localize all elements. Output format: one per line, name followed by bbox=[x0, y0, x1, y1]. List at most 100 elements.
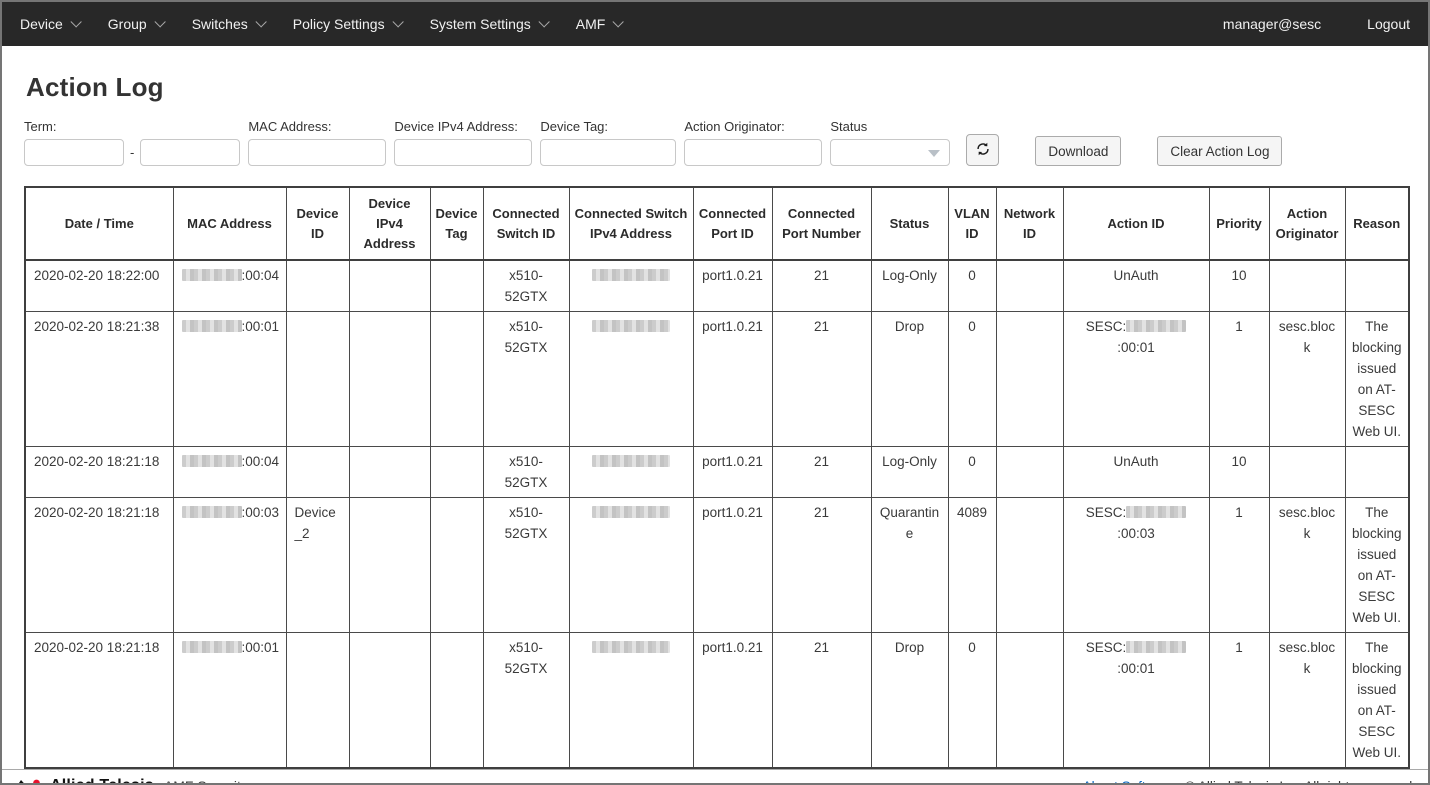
nav-menu-group[interactable]: Group bbox=[108, 16, 162, 32]
table-cell: 0 bbox=[948, 312, 996, 447]
filter-mac: MAC Address: bbox=[248, 119, 386, 166]
logout-button[interactable]: Logout bbox=[1367, 16, 1410, 32]
nav-menu-system-settings[interactable]: System Settings bbox=[430, 16, 546, 32]
allied-telesis-logo: Allied Telesis bbox=[12, 777, 154, 785]
filter-status: Status bbox=[830, 119, 950, 166]
table-row: 2020-02-20 18:21:18:00:03Device_2x510-52… bbox=[25, 498, 1409, 633]
table-cell bbox=[1269, 447, 1345, 498]
redacted-value bbox=[182, 506, 242, 518]
table-cell: port1.0.21 bbox=[693, 447, 772, 498]
table-cell: port1.0.21 bbox=[693, 260, 772, 312]
table-cell: :00:04 bbox=[173, 447, 286, 498]
download-button[interactable]: Download bbox=[1035, 136, 1121, 166]
chevron-down-icon bbox=[392, 16, 403, 27]
redacted-value bbox=[592, 641, 670, 653]
nav-menu-policy-settings[interactable]: Policy Settings bbox=[293, 16, 400, 32]
action-log-table: Date / TimeMAC AddressDevice IDDevice IP… bbox=[24, 186, 1410, 769]
table-cell: The blocking issued on AT-SESC Web UI. bbox=[1345, 312, 1409, 447]
term-from-input[interactable] bbox=[24, 139, 124, 166]
nav-menu-amf[interactable]: AMF bbox=[576, 16, 621, 32]
column-header: Status bbox=[871, 187, 948, 260]
nav-menu-switches[interactable]: Switches bbox=[192, 16, 263, 32]
table-cell: UnAuth bbox=[1063, 260, 1209, 312]
column-header: MAC Address bbox=[173, 187, 286, 260]
column-header: Device ID bbox=[286, 187, 349, 260]
table-row: 2020-02-20 18:21:18:00:01x510-52GTXport1… bbox=[25, 633, 1409, 769]
redacted-value bbox=[1126, 320, 1186, 332]
device-ipv4-input[interactable] bbox=[394, 139, 532, 166]
table-cell: :00:01 bbox=[173, 312, 286, 447]
page-title: Action Log bbox=[26, 72, 1406, 103]
table-cell bbox=[349, 447, 430, 498]
table-cell: x510-52GTX bbox=[483, 633, 569, 769]
table-cell bbox=[430, 498, 483, 633]
product-name: AMF Security bbox=[164, 778, 248, 785]
dropdown-arrow-icon bbox=[928, 150, 940, 157]
table-cell: 2020-02-20 18:21:18 bbox=[25, 447, 173, 498]
table-cell: sesc.block bbox=[1269, 633, 1345, 769]
refresh-button[interactable] bbox=[966, 134, 999, 166]
table-cell bbox=[569, 260, 693, 312]
table-cell: 21 bbox=[772, 260, 871, 312]
table-row: 2020-02-20 18:21:18:00:04x510-52GTXport1… bbox=[25, 447, 1409, 498]
table-cell: 21 bbox=[772, 447, 871, 498]
device-tag-input[interactable] bbox=[540, 139, 676, 166]
nav-menu-label: System Settings bbox=[430, 16, 531, 32]
table-cell: 21 bbox=[772, 633, 871, 769]
refresh-icon bbox=[974, 140, 992, 161]
term-separator: - bbox=[130, 145, 134, 160]
copyright-text: © Allied Telesis Inc. All rights reserve… bbox=[1185, 779, 1416, 785]
table-cell: Drop bbox=[871, 312, 948, 447]
table-cell bbox=[1269, 260, 1345, 312]
table-cell: UnAuth bbox=[1063, 447, 1209, 498]
table-cell: SESC::00:01 bbox=[1063, 312, 1209, 447]
table-cell: Log-Only bbox=[871, 260, 948, 312]
table-cell: SESC::00:01 bbox=[1063, 633, 1209, 769]
table-cell: 4089 bbox=[948, 498, 996, 633]
column-header: Device IPv4 Address bbox=[349, 187, 430, 260]
status-select[interactable] bbox=[830, 139, 950, 166]
table-cell: :00:03 bbox=[173, 498, 286, 633]
status-label: Status bbox=[830, 119, 950, 134]
column-header: Priority bbox=[1209, 187, 1269, 260]
table-cell: 0 bbox=[948, 447, 996, 498]
nav-menu-label: Policy Settings bbox=[293, 16, 385, 32]
table-cell: 0 bbox=[948, 633, 996, 769]
column-header: Action ID bbox=[1063, 187, 1209, 260]
term-to-input[interactable] bbox=[140, 139, 240, 166]
brand-name: Allied Telesis bbox=[50, 777, 154, 785]
table-cell bbox=[1345, 260, 1409, 312]
filter-tag: Device Tag: bbox=[540, 119, 676, 166]
table-row: 2020-02-20 18:21:38:00:01x510-52GTXport1… bbox=[25, 312, 1409, 447]
nav-menu-device[interactable]: Device bbox=[20, 16, 78, 32]
column-header: Action Originator bbox=[1269, 187, 1345, 260]
column-header: Device Tag bbox=[430, 187, 483, 260]
table-cell bbox=[349, 260, 430, 312]
table-cell: The blocking issued on AT-SESC Web UI. bbox=[1345, 633, 1409, 769]
device-tag-label: Device Tag: bbox=[540, 119, 676, 134]
column-header: Connected Port Number bbox=[772, 187, 871, 260]
table-cell bbox=[430, 260, 483, 312]
table-cell: 2020-02-20 18:22:00 bbox=[25, 260, 173, 312]
table-cell bbox=[569, 312, 693, 447]
table-cell bbox=[286, 260, 349, 312]
mac-address-input[interactable] bbox=[248, 139, 386, 166]
table-row: 2020-02-20 18:22:00:00:04x510-52GTXport1… bbox=[25, 260, 1409, 312]
table-cell bbox=[996, 447, 1063, 498]
table-cell bbox=[286, 633, 349, 769]
table-cell: x510-52GTX bbox=[483, 312, 569, 447]
action-originator-input[interactable] bbox=[684, 139, 822, 166]
table-cell: sesc.block bbox=[1269, 312, 1345, 447]
column-header: Network ID bbox=[996, 187, 1063, 260]
table-cell: sesc.block bbox=[1269, 498, 1345, 633]
redacted-value bbox=[592, 506, 670, 518]
clear-action-log-button[interactable]: Clear Action Log bbox=[1157, 136, 1282, 166]
device-ipv4-label: Device IPv4 Address: bbox=[394, 119, 532, 134]
redacted-value bbox=[1126, 506, 1186, 518]
table-cell: :00:01 bbox=[173, 633, 286, 769]
table-cell: Quarantine bbox=[871, 498, 948, 633]
redacted-value bbox=[1126, 641, 1186, 653]
about-software-link[interactable]: About Software bbox=[1083, 779, 1175, 785]
nav-menu-label: AMF bbox=[576, 16, 606, 32]
top-nav: Device Group Switches Policy Settings Sy… bbox=[2, 2, 1428, 46]
